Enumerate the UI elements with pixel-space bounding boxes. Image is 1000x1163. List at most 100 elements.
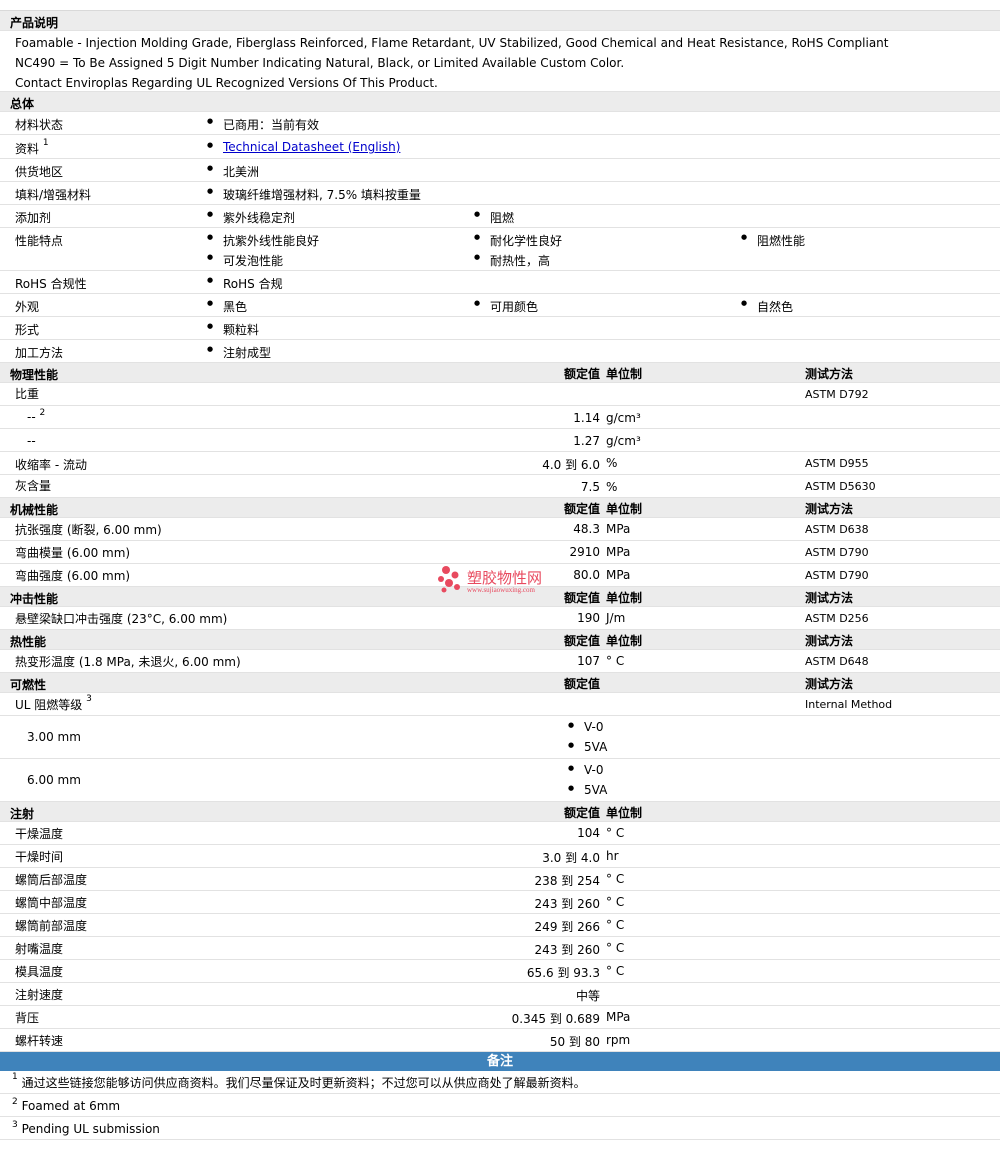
note-item: 1 通过这些链接您能够访问供应商资料。我们尽量保证及时更新资料；不过您可以从供应…: [0, 1071, 1000, 1094]
property-row: 背压 0.345 到 0.689 MPa: [0, 1006, 1000, 1029]
property-row: 抗张强度 (断裂, 6.00 mm) 48.3 MPa ASTM D638: [0, 518, 1000, 541]
row-label: 形式: [15, 323, 40, 337]
row-label: 性能特点: [15, 234, 64, 248]
section-title: 物理性能: [10, 368, 59, 382]
test-method: ASTM D256: [805, 612, 869, 625]
property-label: 比重: [15, 387, 40, 401]
row-filler: 填料/增强材料 玻璃纤维增强材料, 7.5% 填料按重量: [0, 182, 1000, 205]
property-row: 弯曲强度 (6.00 mm) 80.0 MPa ASTM D790: [0, 564, 1000, 587]
property-value: 7.5: [580, 480, 600, 494]
bullet-value: 可用颜色: [474, 298, 538, 315]
bullet-value: 注射成型: [207, 344, 271, 361]
property-label: 抗张强度 (断裂, 6.00 mm): [15, 523, 162, 537]
property-row: -- 2 1.14 g/cm³: [0, 406, 1000, 429]
bullet-value: 已商用：当前有效: [207, 116, 319, 133]
property-unit: ° C: [606, 918, 625, 932]
property-label: 射嘴温度: [15, 942, 64, 956]
property-row: 干燥时间 3.0 到 4.0 hr: [0, 845, 1000, 868]
document-item: Technical Datasheet (English): [207, 140, 400, 154]
property-label: 6.00 mm: [27, 773, 81, 787]
col-header-nominal: 额定值: [563, 502, 600, 516]
property-row: 螺筒前部温度 249 到 266 ° C: [0, 914, 1000, 937]
col-header-nominal: 额定值: [563, 806, 600, 820]
property-unit: MPa: [606, 545, 631, 559]
col-header-method: 测试方法: [805, 502, 854, 516]
property-row: 6.00 mm V-0 5VA: [0, 759, 1000, 802]
col-header-method: 测试方法: [805, 591, 854, 605]
property-value: 4.0 到 6.0: [542, 458, 600, 472]
property-unit: ° C: [606, 964, 625, 978]
property-value: 190: [577, 611, 600, 625]
col-header-unit: 单位制: [606, 367, 643, 381]
section-title: 产品说明: [10, 16, 59, 30]
property-label: 弯曲强度 (6.00 mm): [15, 569, 131, 583]
property-unit: g/cm³: [606, 434, 641, 448]
col-header-nominal: 额定值: [563, 367, 600, 381]
test-method: Internal Method: [805, 698, 893, 711]
row-availability: 供货地区 北美洲: [0, 159, 1000, 182]
bullet-value: 阻燃: [474, 209, 514, 226]
property-value: 1.14: [573, 411, 600, 425]
col-header-nominal: 额定值: [563, 677, 600, 691]
property-row: 弯曲模量 (6.00 mm) 2910 MPa ASTM D790: [0, 541, 1000, 564]
footnote-ref: 1: [42, 138, 49, 148]
property-row: 收缩率 - 流动 4.0 到 6.0 % ASTM D955: [0, 452, 1000, 475]
property-row: 悬壁梁缺口冲击强度 (23°C, 6.00 mm) 190 J/m ASTM D…: [0, 607, 1000, 630]
section-title: 可燃性: [10, 678, 47, 692]
property-value: 80.0: [573, 568, 600, 582]
test-method: ASTM D790: [805, 569, 869, 582]
property-label: -- 2: [27, 408, 46, 424]
bullet-value: 紫外线稳定剂: [207, 209, 295, 226]
section-title: 冲击性能: [10, 592, 59, 606]
property-unit: ° C: [606, 895, 625, 909]
property-value: 3.0 到 4.0: [542, 851, 600, 865]
section-header-general: 总体: [0, 92, 1000, 112]
property-unit: %: [606, 480, 618, 494]
row-forms: 形式 颗粒料: [0, 317, 1000, 340]
property-value: 50 到 80: [549, 1035, 600, 1049]
property-label: 螺筒中部温度: [15, 896, 88, 910]
test-method: ASTM D648: [805, 655, 869, 668]
bullet-value: 阻燃性能: [741, 232, 805, 249]
section-header-impact: 冲击性能 额定值 单位制 测试方法: [0, 587, 1000, 607]
row-material-status: 材料状态 已商用：当前有效: [0, 112, 1000, 135]
property-unit: ° C: [606, 654, 625, 668]
bullet-value: 自然色: [741, 298, 793, 315]
property-unit: ° C: [606, 941, 625, 955]
col-header-unit: 单位制: [606, 634, 643, 648]
note-text: 3 Pending UL submission: [12, 1120, 160, 1136]
bullet-value: V-0: [568, 763, 603, 777]
col-header-method: 测试方法: [805, 634, 854, 648]
property-value: 48.3: [573, 522, 600, 536]
bullet-value: 北美洲: [207, 163, 259, 180]
property-value: 0.345 到 0.689: [511, 1012, 600, 1026]
test-method: ASTM D955: [805, 457, 869, 470]
note-item: 3 Pending UL submission: [0, 1117, 1000, 1140]
property-value: 107: [577, 654, 600, 668]
row-label: 供货地区: [15, 165, 64, 179]
description-line: Foamable - Injection Molding Grade, Fibe…: [15, 36, 889, 50]
row-appearance: 外观 黑色 可用颜色 自然色: [0, 294, 1000, 317]
bullet-value: 玻璃纤维增强材料, 7.5% 填料按重量: [207, 186, 421, 203]
property-value: 243 到 260: [534, 943, 600, 957]
technical-datasheet-link[interactable]: Technical Datasheet (English): [223, 140, 400, 154]
bullet-value: V-0: [568, 720, 603, 734]
property-label: --: [27, 434, 36, 448]
section-title: 总体: [10, 97, 35, 111]
col-header-nominal: 额定值: [563, 591, 600, 605]
bullet-value: 耐化学性良好: [474, 232, 562, 249]
property-row: 模具温度 65.6 到 93.3 ° C: [0, 960, 1000, 983]
bullet-value: 耐热性，高: [474, 252, 550, 269]
property-label: 螺筒后部温度: [15, 873, 88, 887]
property-unit: %: [606, 456, 618, 470]
property-unit: J/m: [606, 611, 626, 625]
row-label: RoHS 合规性: [15, 277, 87, 291]
row-label: 资料 1: [15, 138, 49, 156]
property-unit: g/cm³: [606, 411, 641, 425]
footnote-ref: 3: [86, 694, 92, 704]
notes-header: 备注: [0, 1052, 1000, 1071]
property-value: 2910: [569, 545, 600, 559]
property-row: 螺杆转速 50 到 80 rpm: [0, 1029, 1000, 1052]
property-unit: rpm: [606, 1033, 631, 1047]
test-method: ASTM D792: [805, 388, 869, 401]
